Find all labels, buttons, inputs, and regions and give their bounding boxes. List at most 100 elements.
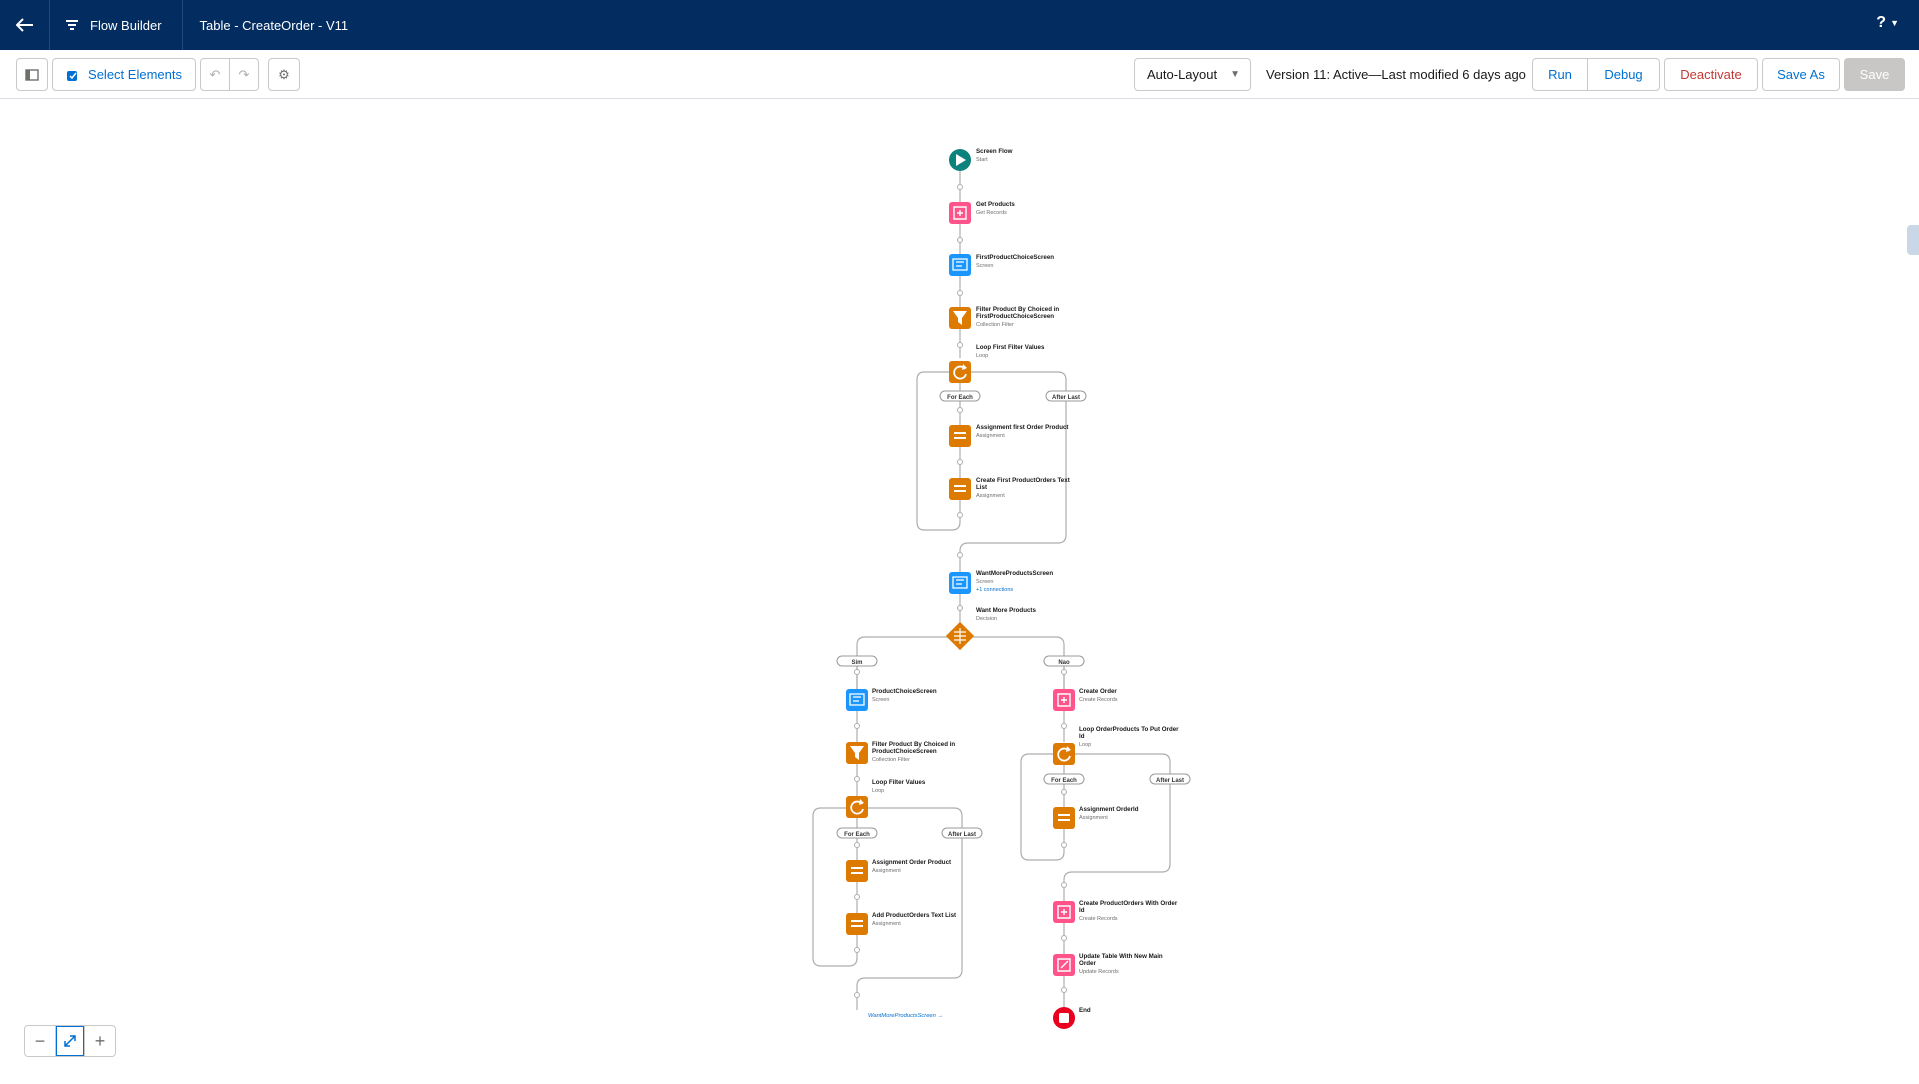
node-title-line2: FirstProductChoiceScreen [976,313,1054,320]
node-title-line2: List [976,484,987,491]
flow-node-assignment-order-product[interactable]: Assignment Order Product Assignment [846,859,951,882]
node-title: Assignment first Order Product [976,424,1068,431]
side-panel-toggle[interactable] [1907,225,1919,255]
zoom-out-button[interactable]: − [25,1026,55,1056]
flow-node-first-product-choice-screen[interactable]: FirstProductChoiceScreen Screen [949,254,1054,276]
flow-node-loop-orderproducts[interactable]: Loop OrderProducts To Put Order Id Loop [1053,726,1179,765]
fit-view-button[interactable] [55,1026,85,1056]
debug-button[interactable]: Debug [1587,58,1660,91]
loop3-for-each-pill[interactable]: For Each [1043,773,1085,785]
loop1-for-each-pill[interactable]: For Each [939,390,981,402]
loop2-after-last-pill[interactable]: After Last [941,827,983,839]
undo-button[interactable]: ↶ [200,58,230,91]
flow-node-get-products[interactable]: Get Products Get Records [949,201,1015,224]
save-button[interactable]: Save [1844,58,1905,91]
save-as-label: Save As [1777,67,1825,82]
select-elements-button[interactable]: Select Elements [52,58,196,91]
node-subtitle: Assignment [1079,815,1108,821]
node-subtitle: Assignment [872,868,901,874]
run-label: Run [1548,67,1572,82]
node-subtitle: Create Records [1079,916,1118,922]
flow-canvas[interactable]: For Each After Last Sim Nao For Each Aft… [0,99,1919,1079]
pill-label: For Each [947,395,973,401]
node-subtitle: Start [976,157,988,163]
node-title: ProductChoiceScreen [872,688,937,695]
flow-node-loop-filter-values[interactable]: Loop Filter Values Loop [846,779,926,818]
deactivate-label: Deactivate [1680,67,1742,82]
pill-label: For Each [844,832,870,838]
node-title: Filter Product By Choiced in [976,306,1059,313]
node-title: Create ProductOrders With Order [1079,900,1178,907]
pill-label: For Each [1051,778,1077,784]
decision-sim-pill[interactable]: Sim [836,655,878,667]
settings-button[interactable]: ⚙ [268,58,300,91]
toolbar: Select Elements ↶ ↷ ⚙ Auto-Layout ▼ Run … [0,50,1919,99]
save-as-button[interactable]: Save As [1762,58,1840,91]
flow-node-filter-product-choice[interactable]: Filter Product By Choiced in ProductChoi… [846,741,955,764]
back-button[interactable] [0,0,50,50]
help-icon: ? [1876,14,1887,31]
node-title: Assignment OrderId [1079,806,1139,813]
flow-node-filter-first[interactable]: Filter Product By Choiced in FirstProduc… [949,306,1059,329]
undo-icon: ↶ [209,66,221,82]
flow-node-create-order[interactable]: Create Order Create Records [1053,688,1118,711]
toggle-panel-button[interactable] [16,58,48,91]
loop3-after-last-pill[interactable]: After Last [1149,773,1191,785]
node-subtitle: Screen [976,263,993,269]
zoom-in-button[interactable]: + [85,1026,115,1056]
flow-node-start[interactable]: Screen Flow Start [949,148,1013,171]
flow-node-end[interactable]: End [1053,1007,1091,1029]
flow-title: Table - CreateOrder - V11 [199,17,349,33]
debug-label: Debug [1604,67,1643,82]
redo-button[interactable]: ↷ [229,58,259,91]
flow-node-product-choice-screen[interactable]: ProductChoiceScreen Screen [846,688,937,711]
node-title: Want More Products [976,607,1036,614]
node-subtitle: Create Records [1079,697,1118,703]
help-menu[interactable]: ? ▼ [1876,14,1899,32]
node-subtitle: Loop [872,788,884,794]
node-title: Screen Flow [976,148,1013,155]
minus-icon: − [34,1030,46,1051]
flow-node-assignment-orderid[interactable]: Assignment OrderId Assignment [1053,806,1139,829]
loop1-after-last-pill[interactable]: After Last [1045,390,1087,402]
node-title: Update Table With New Main [1079,953,1163,960]
expand-icon [64,1035,76,1047]
save-label: Save [1859,67,1890,82]
flow-node-create-productorders[interactable]: Create ProductOrders With Order Id Creat… [1053,900,1178,923]
node-title-line2: Id [1079,907,1085,914]
node-subtitle: Loop [1079,742,1091,748]
deactivate-button[interactable]: Deactivate [1664,58,1758,91]
layout-select[interactable]: Auto-Layout ▼ [1134,58,1251,91]
node-subtitle: Assignment [976,493,1005,499]
decision-nao-pill[interactable]: Nao [1043,655,1085,667]
node-connections-link[interactable]: +1 connections [976,587,1013,593]
pill-label: Sim [851,660,862,666]
run-button[interactable]: Run [1532,58,1588,91]
node-title: Loop Filter Values [872,779,926,786]
node-title: FirstProductChoiceScreen [976,254,1054,261]
node-title: Loop First Filter Values [976,344,1045,351]
goto-want-more-link[interactable]: WantMoreProductsScreen → [868,1013,943,1019]
select-elements-label: Select Elements [88,67,182,82]
flow-node-loop-first[interactable]: Loop First Filter Values Loop [949,344,1045,383]
chevron-down-icon: ▼ [1230,69,1240,80]
flow-node-want-more-products-screen[interactable]: WantMoreProductsScreen Screen +1 connect… [949,570,1053,594]
pill-label: After Last [1052,395,1080,401]
flow-node-add-productorders-list[interactable]: Add ProductOrders Text List Assignment [846,912,956,935]
flow-node-create-first-productorders-list[interactable]: Create First ProductOrders Text List Ass… [949,477,1070,500]
node-title: WantMoreProductsScreen [976,570,1053,577]
flow-node-update-table[interactable]: Update Table With New Main Order Update … [1053,953,1163,976]
loop2-for-each-pill[interactable]: For Each [836,827,878,839]
node-title: End [1079,1007,1091,1014]
node-subtitle: Assignment [872,921,901,927]
gear-icon: ⚙ [278,66,290,82]
node-subtitle: Assignment [976,433,1005,439]
pill-label: After Last [1156,778,1184,784]
flow-node-assignment-first-order-product[interactable]: Assignment first Order Product Assignmen… [949,424,1068,447]
node-title-line2: Id [1079,733,1085,740]
node-title: Create First ProductOrders Text [976,477,1070,484]
pill-label: After Last [948,832,976,838]
version-status: Version 11: Active—Last modified 6 days … [1266,67,1526,82]
node-title: Loop OrderProducts To Put Order [1079,726,1179,733]
app-name-area: Flow Builder [50,0,183,50]
